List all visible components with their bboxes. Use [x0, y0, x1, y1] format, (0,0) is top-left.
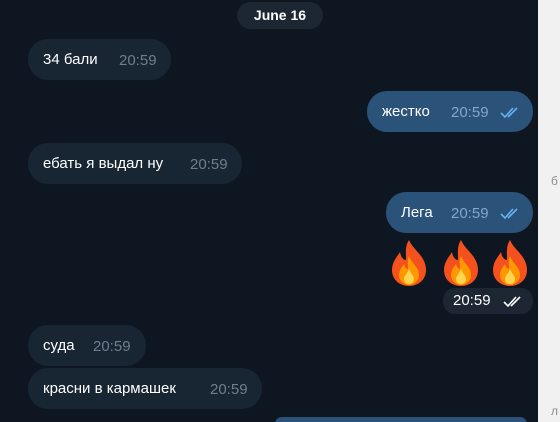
message-time: 20:59	[190, 156, 228, 173]
message-time: 20:59	[453, 292, 491, 309]
double-check-icon	[500, 107, 518, 119]
message-outgoing[interactable]: жестко 20:59	[367, 91, 533, 132]
sticker-time-badge: 20:59	[443, 288, 533, 314]
fire-emoji	[392, 240, 426, 286]
double-check-icon	[500, 208, 518, 220]
emoji-message[interactable]	[388, 238, 534, 288]
fire-emoji	[444, 240, 478, 286]
message-incoming[interactable]: суда 20:59	[28, 325, 146, 366]
message-outgoing-partial[interactable]	[275, 417, 527, 422]
message-text: суда	[43, 337, 75, 354]
message-time: 20:59	[93, 338, 131, 355]
side-panel-text: б	[551, 174, 558, 188]
message-incoming[interactable]: 34 бали 20:59	[28, 39, 171, 80]
message-time: 20:59	[119, 52, 157, 69]
message-outgoing[interactable]: Лега 20:59	[386, 192, 533, 233]
message-text: 34 бали	[43, 51, 98, 68]
message-incoming[interactable]: ебать я выдал ну 20:59	[28, 143, 242, 184]
message-text: красни в кармашек	[43, 380, 176, 397]
side-panel-text: л	[551, 404, 559, 418]
message-time: 20:59	[210, 381, 248, 398]
fire-emoji	[493, 240, 527, 286]
message-text: жестко	[382, 103, 430, 120]
double-check-icon	[503, 296, 521, 308]
message-text: Лега	[401, 204, 433, 221]
chat-area: June 16 34 бали 20:59 жестко 20:59 ебать…	[0, 0, 538, 422]
side-panel-edge: б л	[538, 0, 560, 422]
message-time: 20:59	[451, 205, 489, 222]
message-time: 20:59	[451, 104, 489, 121]
date-separator: June 16	[237, 2, 323, 29]
message-text: ебать я выдал ну	[43, 155, 164, 172]
message-incoming[interactable]: красни в кармашек 20:59	[28, 368, 262, 409]
